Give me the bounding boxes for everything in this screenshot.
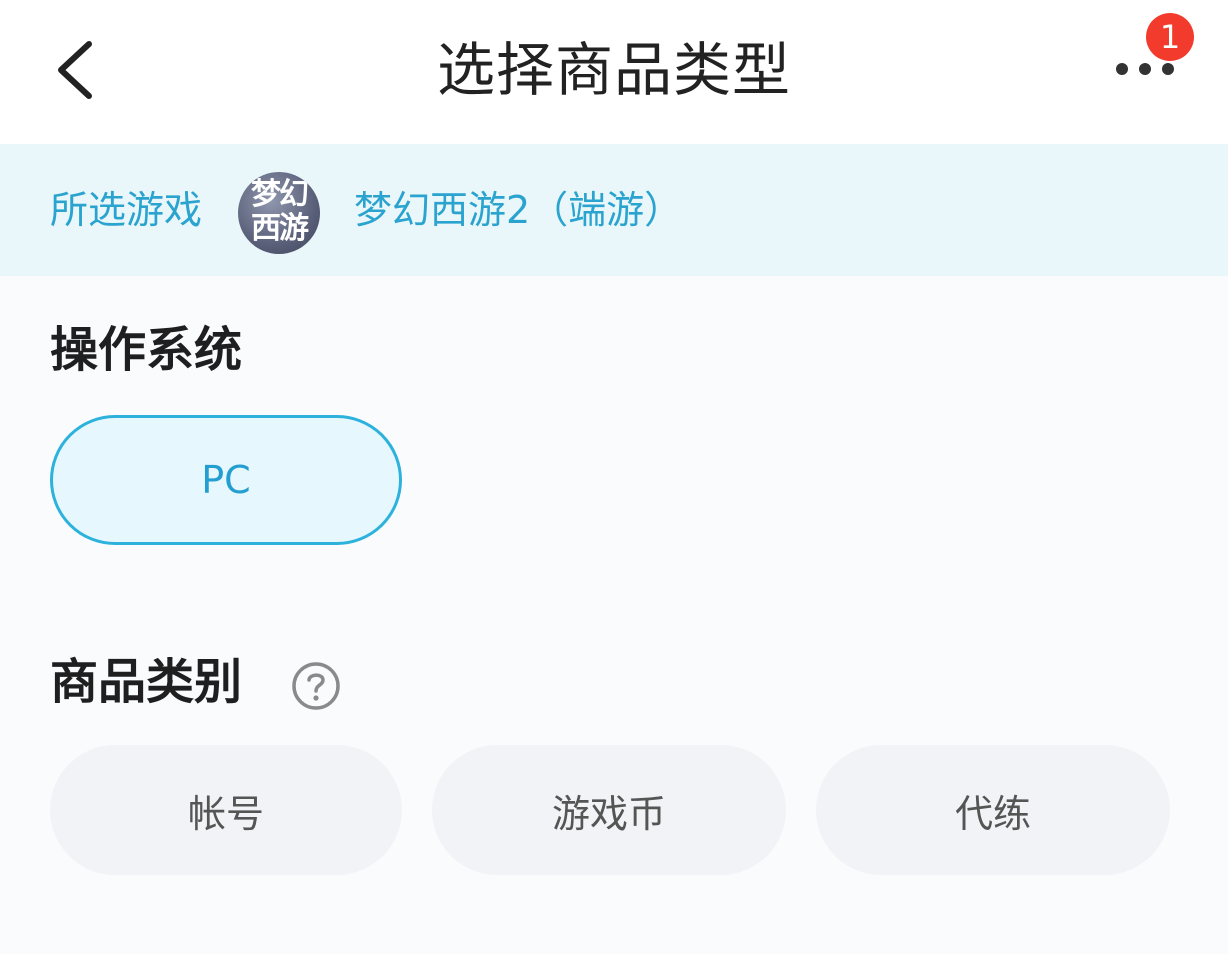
notification-badge: 1 — [1146, 13, 1194, 61]
category-section-title: 商品类别 — [50, 654, 243, 710]
page-title: 选择商品类型 — [436, 36, 791, 104]
os-section-title: 操作系统 — [50, 322, 243, 378]
selected-game-label: 所选游戏 — [50, 188, 203, 232]
game-logo: 梦幻 西游 — [238, 172, 320, 254]
category-option-game-coin[interactable]: 游戏币 — [432, 745, 786, 875]
more-dots-icon — [1116, 63, 1174, 75]
category-option-account[interactable]: 帐号 — [50, 745, 402, 875]
question-circle-icon[interactable] — [290, 660, 342, 712]
top-bar: 选择商品类型 1 — [0, 0, 1228, 144]
selected-game-banner[interactable]: 所选游戏 梦幻 西游 梦幻西游2（端游） — [0, 144, 1228, 276]
game-logo-text: 梦幻 西游 — [251, 177, 309, 246]
os-option-pc[interactable]: PC — [50, 415, 402, 545]
selected-game-name: 梦幻西游2（端游） — [354, 188, 683, 232]
category-option-boosting[interactable]: 代练 — [816, 745, 1170, 875]
screen: 选择商品类型 1 所选游戏 梦幻 西游 梦幻西游2（端游） 操作系统 PC 商品… — [0, 0, 1228, 954]
